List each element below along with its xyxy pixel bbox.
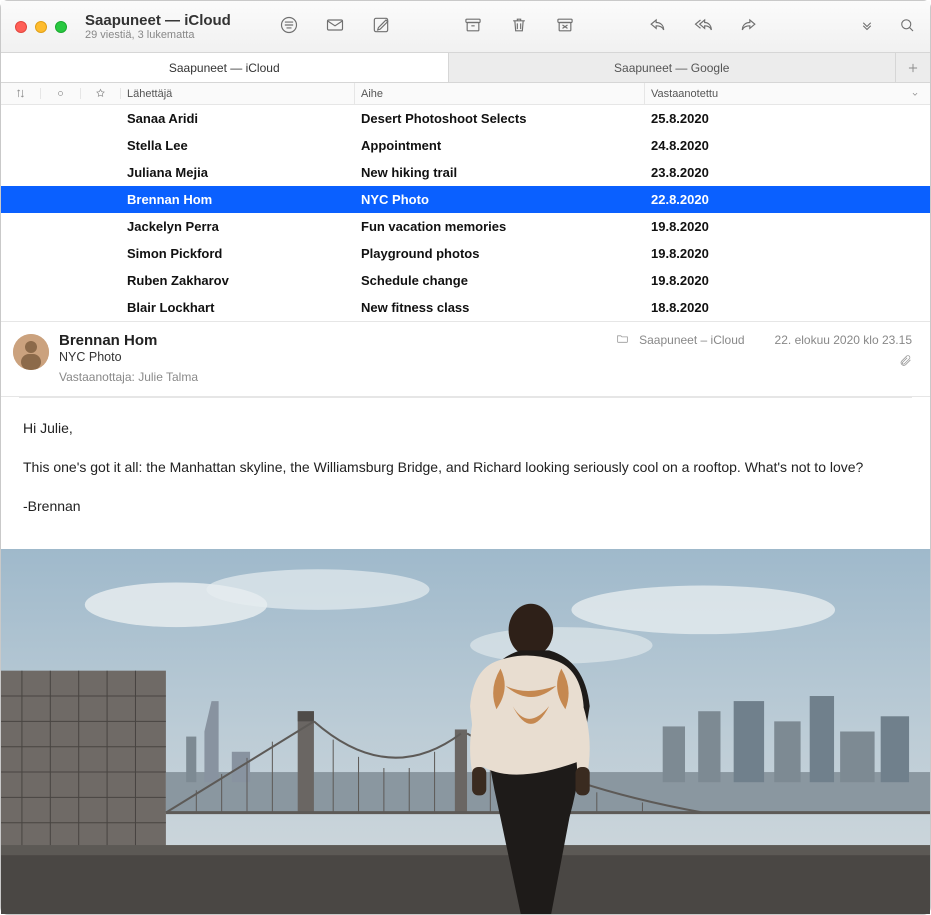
row-date: 19.8.2020 [645,273,930,288]
reply-all-button[interactable] [693,15,713,38]
reply-button[interactable] [647,15,667,38]
row-sender: Jackelyn Perra [121,219,355,234]
window-title: Saapuneet — iCloud [85,12,255,29]
row-sender: Simon Pickford [121,246,355,261]
body-paragraph: -Brennan [23,496,908,517]
tab-label: Saapuneet — Google [614,61,729,75]
row-sender: Juliana Mejia [121,165,355,180]
row-sender: Blair Lockhart [121,300,355,315]
zoom-window-button[interactable] [55,21,67,33]
body-paragraph: This one's got it all: the Manhattan sky… [23,457,908,478]
minimize-window-button[interactable] [35,21,47,33]
sender-avatar[interactable] [13,334,49,370]
forward-button[interactable] [739,15,759,38]
attachment-photo[interactable] [1,549,930,914]
row-date: 19.8.2020 [645,246,930,261]
chevron-down-icon [910,89,920,99]
tab-label: Saapuneet — iCloud [169,61,280,75]
list-column-header: Lähettäjä Aihe Vastaanotettu [1,83,930,105]
folder-icon [616,332,629,348]
compose-button[interactable] [371,15,391,38]
attachment-icon[interactable] [899,354,912,370]
message-row[interactable]: Stella LeeAppointment24.8.2020 [1,132,930,159]
toolbar-overflow-button[interactable] [858,16,876,37]
message-view: Brennan Hom NYC Photo Vastaanottaja: Jul… [1,322,930,914]
message-body: Hi Julie, This one's got it all: the Man… [1,398,930,549]
message-subject: NYC Photo [59,350,606,364]
row-subject: Desert Photoshoot Selects [355,111,645,126]
to-label: Vastaanottaja: [59,370,135,384]
archive-button[interactable] [463,15,483,38]
message-row[interactable]: Brennan HomNYC Photo22.8.2020 [1,186,930,213]
tab-bar: Saapuneet — iCloud Saapuneet — Google [1,53,930,83]
row-subject: New fitness class [355,300,645,315]
row-date: 24.8.2020 [645,138,930,153]
window-controls [15,21,67,33]
column-subject-label: Aihe [361,88,383,100]
message-header: Brennan Hom NYC Photo Vastaanottaja: Jul… [1,322,930,397]
message-header-left: Brennan Hom NYC Photo Vastaanottaja: Jul… [59,332,606,384]
row-sender: Stella Lee [121,138,355,153]
window-title-block: Saapuneet — iCloud 29 viestiä, 3 lukemat… [85,12,255,42]
window-subtitle: 29 viestiä, 3 lukematta [85,29,255,42]
search-button[interactable] [898,16,916,37]
sort-indicator-button[interactable] [1,88,41,99]
message-row[interactable]: Ruben ZakharovSchedule change19.8.2020 [1,267,930,294]
row-date: 25.8.2020 [645,111,930,126]
row-subject: New hiking trail [355,165,645,180]
message-row[interactable]: Sanaa AridiDesert Photoshoot Selects25.8… [1,105,930,132]
flag-column[interactable] [81,88,121,99]
message-row[interactable]: Jackelyn PerraFun vacation memories19.8.… [1,213,930,240]
column-sender-label: Lähettäjä [127,88,172,100]
delete-button[interactable] [509,15,529,38]
column-sender[interactable]: Lähettäjä [121,83,355,104]
column-received-label: Vastaanotettu [651,88,718,100]
close-window-button[interactable] [15,21,27,33]
list-header-indicators [1,88,121,99]
message-list-wrap: Sanaa AridiDesert Photoshoot Selects25.8… [1,105,930,322]
row-date: 18.8.2020 [645,300,930,315]
tab-inbox-google[interactable]: Saapuneet — Google [449,53,897,82]
row-subject: Schedule change [355,273,645,288]
row-sender: Ruben Zakharov [121,273,355,288]
read-status-column[interactable] [41,88,81,99]
filter-button[interactable] [279,15,299,38]
new-tab-button[interactable] [896,53,930,82]
row-date: 23.8.2020 [645,165,930,180]
message-row[interactable]: Blair LockhartNew fitness class18.8.2020 [1,294,930,321]
titlebar: Saapuneet — iCloud 29 viestiä, 3 lukemat… [1,1,930,53]
tab-inbox-icloud[interactable]: Saapuneet — iCloud [1,53,449,82]
message-header-right: Saapuneet – iCloud 22. elokuu 2020 klo 2… [616,332,912,384]
junk-button[interactable] [555,15,575,38]
message-mailbox[interactable]: Saapuneet – iCloud [639,333,744,347]
get-mail-button[interactable] [325,15,345,38]
row-subject: Appointment [355,138,645,153]
message-row[interactable]: Simon PickfordPlayground photos19.8.2020 [1,240,930,267]
message-from[interactable]: Brennan Hom [59,332,606,349]
row-sender: Brennan Hom [121,192,355,207]
message-list: Sanaa AridiDesert Photoshoot Selects25.8… [1,105,930,321]
row-subject: Fun vacation memories [355,219,645,234]
column-subject[interactable]: Aihe [355,83,645,104]
body-paragraph: Hi Julie, [23,418,908,439]
message-datetime: 22. elokuu 2020 klo 23.15 [775,333,912,347]
row-subject: Playground photos [355,246,645,261]
toolbar-right [858,16,916,37]
row-date: 22.8.2020 [645,192,930,207]
row-subject: NYC Photo [355,192,645,207]
message-row[interactable]: Juliana MejiaNew hiking trail23.8.2020 [1,159,930,186]
message-to: Vastaanottaja: Julie Talma [59,370,606,384]
row-date: 19.8.2020 [645,219,930,234]
toolbar [279,15,759,38]
column-received[interactable]: Vastaanotettu [645,83,930,104]
to-name[interactable]: Julie Talma [138,370,198,384]
row-sender: Sanaa Aridi [121,111,355,126]
